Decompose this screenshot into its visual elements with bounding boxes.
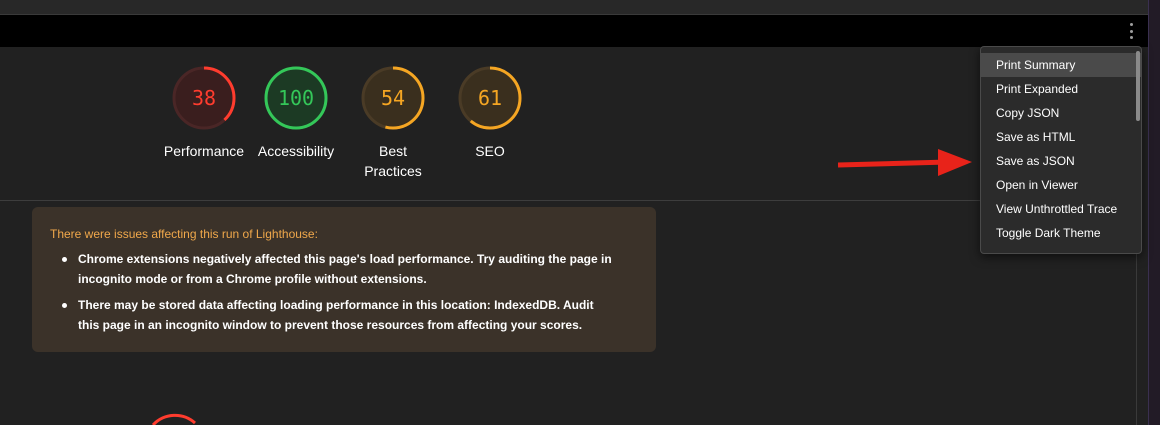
lighthouse-toolbar [0, 15, 1148, 47]
menu-item-open-viewer[interactable]: Open in Viewer [981, 173, 1141, 197]
menu-item-print-expanded[interactable]: Print Expanded [981, 77, 1141, 101]
menu-scrollbar[interactable] [1136, 51, 1140, 121]
window-edge [1148, 0, 1160, 425]
menu-item-save-html[interactable]: Save as HTML [981, 125, 1141, 149]
gauge-score: 100 [278, 86, 314, 110]
menu-item-unthrottled-trace[interactable]: View Unthrottled Trace [981, 197, 1141, 221]
gauge-score: 61 [478, 86, 502, 110]
red-arrow-icon [838, 149, 972, 176]
gauge-label: SEO [475, 143, 505, 159]
gauge-ring: 61 [458, 66, 522, 130]
warning-item: Chrome extensions negatively affected th… [62, 249, 618, 289]
gauge-ring: 54 [361, 66, 425, 130]
gauge-score: 38 [192, 86, 216, 110]
warning-list: Chrome extensions negatively affected th… [50, 249, 638, 335]
warning-title: There were issues affecting this run of … [50, 227, 318, 241]
menu-item-toggle-dark[interactable]: Toggle Dark Theme [981, 221, 1141, 245]
partial-gauge-icon [151, 413, 196, 425]
gauge-ring: 100 [264, 66, 328, 130]
more-vert-icon[interactable] [1126, 23, 1136, 39]
browser-top-strip [0, 0, 1148, 15]
menu-item-print-summary[interactable]: Print Summary [981, 53, 1141, 77]
gauge-label: Best Practices [364, 143, 422, 179]
gauge-seo[interactable]: 61 SEO [440, 65, 540, 161]
gauge-label: Accessibility [257, 143, 335, 159]
gauge-accessibility[interactable]: 100 Accessibility [246, 65, 346, 161]
gauge-performance[interactable]: 38 Performance [154, 65, 254, 161]
menu-item-save-json[interactable]: Save as JSON [981, 149, 1141, 173]
gauge-score: 54 [381, 86, 405, 110]
warning-item: There may be stored data affecting loadi… [62, 295, 618, 335]
gauge-best-practices[interactable]: 54 Best Practices [343, 65, 443, 181]
gauge-label: Performance [163, 143, 245, 159]
tools-dropdown-menu: Print Summary Print Expanded Copy JSON S… [980, 46, 1142, 254]
warning-box: There were issues affecting this run of … [32, 207, 656, 352]
gauge-ring: 38 [172, 66, 236, 130]
menu-item-copy-json[interactable]: Copy JSON [981, 101, 1141, 125]
